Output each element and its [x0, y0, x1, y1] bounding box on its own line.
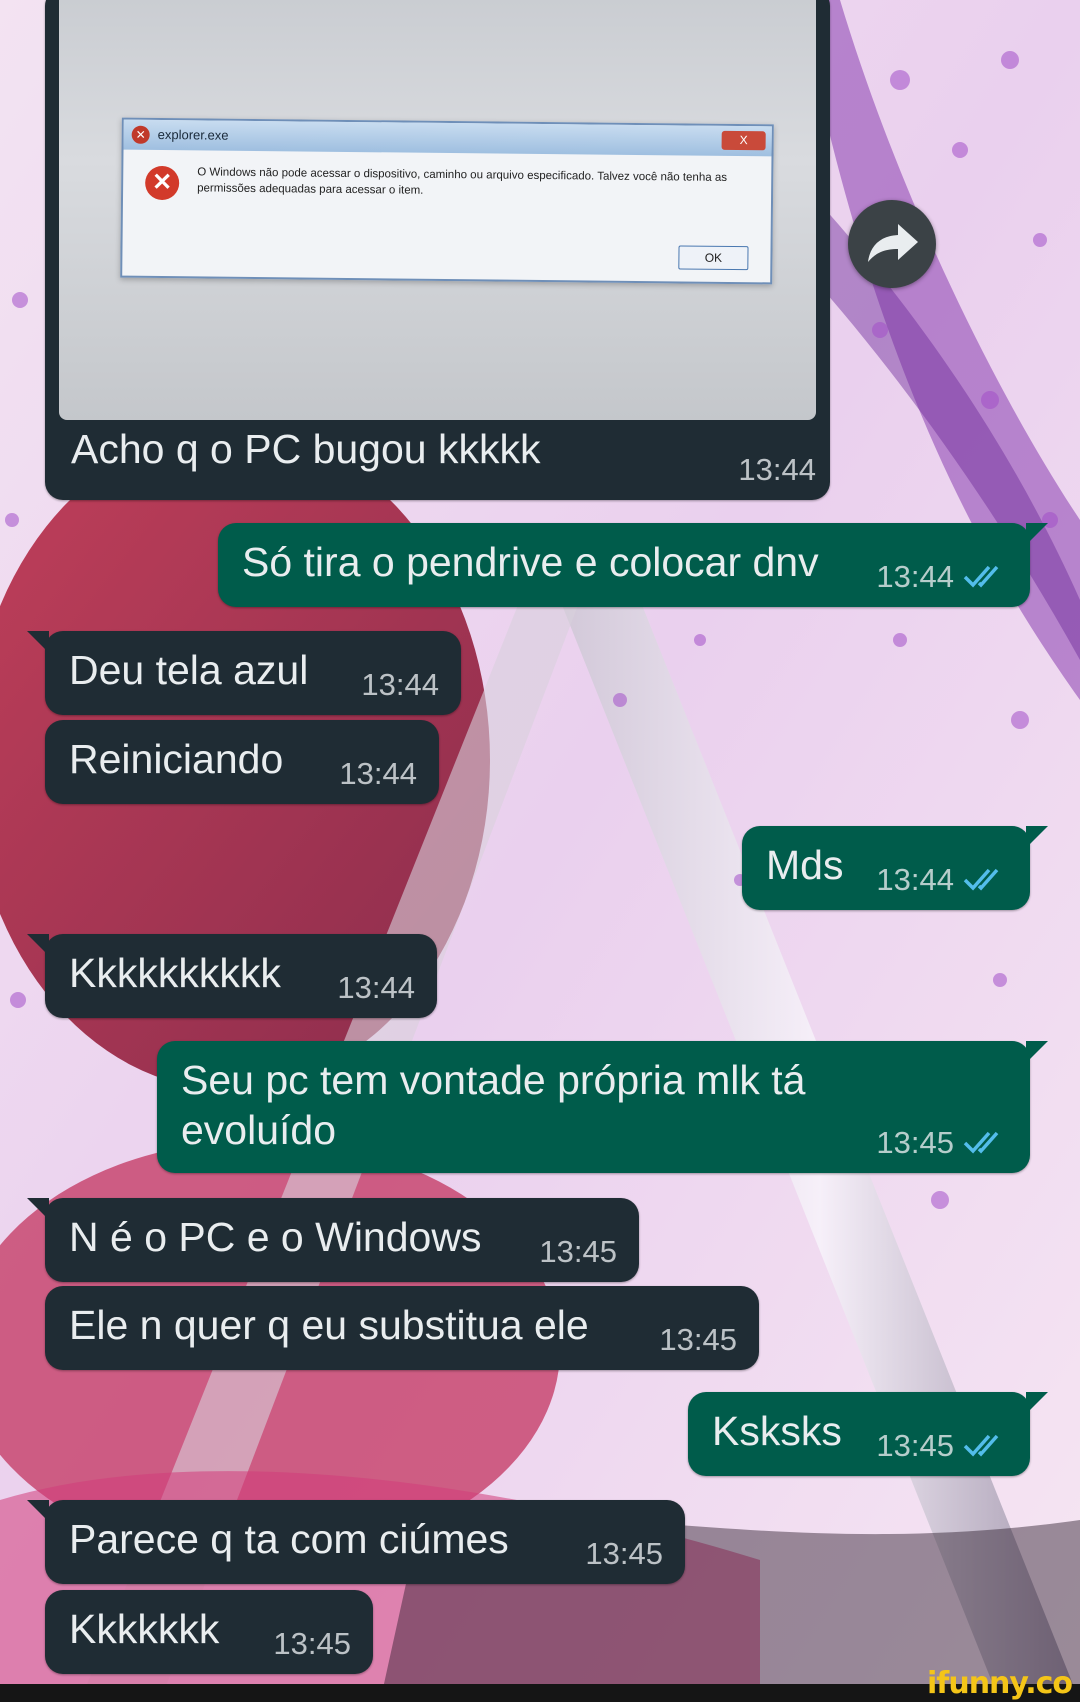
watermark-bar — [0, 1684, 1080, 1702]
error-icon: ✕ — [144, 165, 180, 201]
message-text: Seu pc tem vontade própria mlk tá evoluí… — [181, 1057, 806, 1153]
image-message[interactable]: ✕ explorer.exe X ✕ O Windows não pode ac… — [45, 0, 830, 500]
bubble-tail — [1026, 1392, 1048, 1414]
dialog-close-button: X — [721, 130, 766, 151]
bubble-tail — [1026, 1041, 1048, 1063]
incoming-message[interactable]: Reiniciando 13:44 — [45, 720, 439, 804]
message-time: 13:44 — [361, 667, 439, 702]
message-text: Ksksks — [712, 1408, 842, 1454]
incoming-message[interactable]: Kkkkkkk 13:45 — [45, 1590, 373, 1674]
bubble-tail — [1026, 826, 1048, 848]
photo-thumbnail[interactable]: ✕ explorer.exe X ✕ O Windows não pode ac… — [59, 0, 816, 420]
message-text: Parece q ta com ciúmes — [69, 1516, 509, 1562]
outgoing-message[interactable]: Ksksks 13:45 — [688, 1392, 1048, 1476]
message-text: Mds — [766, 842, 844, 888]
incoming-message[interactable]: Deu tela azul 13:44 — [27, 631, 461, 715]
message-time: 13:44 — [339, 756, 417, 791]
dialog-message: O Windows não pode acessar o dispositivo… — [197, 166, 728, 197]
message-text: N é o PC e o Windows — [69, 1214, 482, 1260]
dialog-ok-button: OK — [678, 245, 749, 271]
bubble-tail — [1026, 523, 1048, 545]
message-time: 13:45 — [876, 1428, 954, 1463]
outgoing-message[interactable]: Mds 13:44 — [742, 826, 1048, 910]
message-text: Reiniciando — [69, 736, 284, 782]
message-time: 13:45 — [539, 1234, 617, 1269]
message-text: Kkkkkkkkkk — [69, 950, 281, 996]
double-check-icon — [963, 1131, 999, 1154]
message-text: Só tira o pendrive e colocar dnv — [242, 539, 819, 585]
double-check-icon — [963, 565, 999, 588]
outgoing-message[interactable]: Só tira o pendrive e colocar dnv 13:44 — [218, 523, 1048, 607]
message-time: 13:45 — [585, 1536, 663, 1571]
message-text: Acho q o PC bugou kkkkk — [71, 426, 541, 472]
message-time: 13:45 — [876, 1125, 954, 1160]
incoming-message[interactable]: Ele n quer q eu substitua ele 13:45 — [45, 1286, 759, 1370]
error-icon: ✕ — [131, 125, 150, 144]
bubble-tail — [27, 631, 49, 653]
message-text: Ele n quer q eu substitua ele — [69, 1302, 589, 1348]
message-time: 13:45 — [659, 1322, 737, 1357]
message-time: 13:44 — [337, 970, 415, 1005]
message-text: Kkkkkkk — [69, 1606, 220, 1652]
ifunny-watermark: ifunny.co — [927, 1666, 1073, 1701]
outgoing-message[interactable]: Seu pc tem vontade própria mlk tá evoluí… — [157, 1041, 1048, 1173]
dialog-titlebar: ✕ explorer.exe X — [123, 119, 772, 157]
forward-button[interactable] — [848, 200, 936, 288]
double-check-icon — [963, 1434, 999, 1457]
bubble-tail — [27, 934, 49, 956]
incoming-message[interactable]: N é o PC e o Windows 13:45 — [27, 1198, 639, 1282]
message-text: Deu tela azul — [69, 647, 309, 693]
dialog-title: explorer.exe — [157, 126, 229, 143]
bubble-tail — [27, 1500, 49, 1522]
message-time: 13:44 — [876, 862, 954, 897]
double-check-icon — [963, 868, 999, 891]
incoming-message[interactable]: Kkkkkkkkkk 13:44 — [27, 934, 437, 1018]
forward-icon — [868, 224, 918, 262]
bubble-tail — [27, 1198, 49, 1220]
error-dialog-photo: ✕ explorer.exe X ✕ O Windows não pode ac… — [120, 117, 774, 285]
incoming-message[interactable]: Parece q ta com ciúmes 13:45 — [27, 1500, 685, 1584]
message-time: 13:45 — [273, 1626, 351, 1661]
message-time: 13:44 — [876, 559, 954, 594]
message-time: 13:44 — [738, 452, 816, 487]
